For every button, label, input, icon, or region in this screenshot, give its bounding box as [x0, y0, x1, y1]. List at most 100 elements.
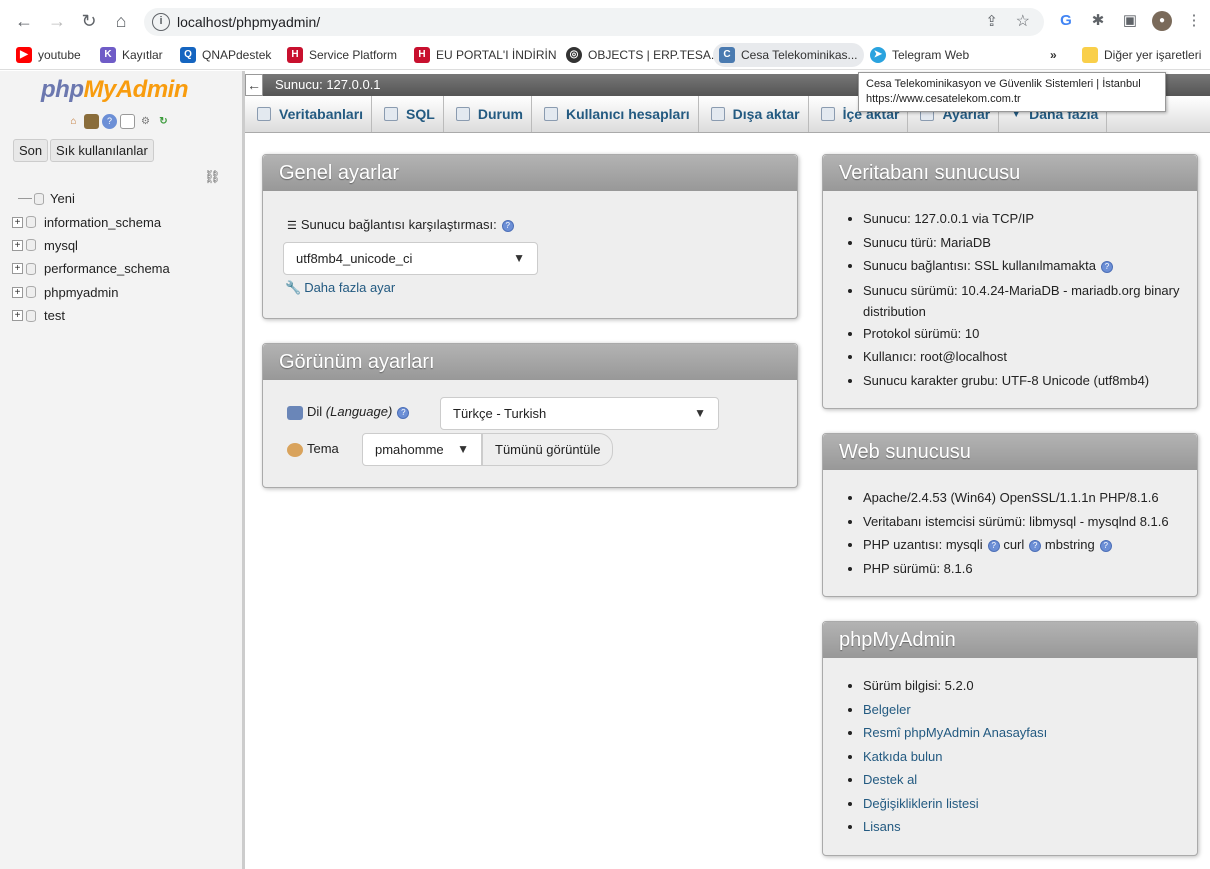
docs-link[interactable]: Belgeler	[863, 702, 911, 717]
collapse-sidebar-icon[interactable]: ←	[245, 74, 263, 96]
tab-recent[interactable]: Son	[13, 139, 49, 162]
list-item: Kullanıcı: root@localhost	[863, 345, 1197, 369]
tree-new[interactable]: Yeni	[12, 187, 170, 210]
share-icon[interactable]: ⇪	[985, 12, 998, 30]
logout-icon[interactable]	[84, 114, 99, 129]
chevron-down-icon: ▼	[513, 251, 525, 265]
tree-db-information-schema[interactable]: + information_schema	[12, 210, 170, 233]
gear-icon[interactable]: ⚙	[138, 114, 153, 129]
back-icon[interactable]: ←	[12, 9, 36, 33]
refresh-icon[interactable]: ↻	[156, 114, 171, 129]
menu-icon[interactable]: ⋮	[1184, 11, 1204, 31]
homepage-link[interactable]: Resmî phpMyAdmin Anasayfası	[863, 725, 1047, 740]
database-server-list: Sunucu: 127.0.0.1 via TCP/IP Sunucu türü…	[823, 207, 1197, 392]
bookmark-service-platform[interactable]: H Service Platform	[287, 45, 397, 65]
help-icon[interactable]: ?	[1029, 539, 1042, 552]
collation-select[interactable]: utf8mb4_unicode_ci ▼	[283, 242, 538, 275]
theme-label: Tema	[287, 441, 339, 457]
globe-icon: ◎	[566, 47, 582, 63]
list-item: Sunucu bağlantısı: SSL kullanılmamakta?	[863, 254, 1197, 278]
list-item: Veritabanı istemcisi sürümü: libmysql - …	[863, 510, 1197, 534]
quick-icons: ⌂ ? ⚙ ↻	[66, 114, 171, 129]
help-icon[interactable]: ?	[102, 114, 117, 129]
home-icon[interactable]: ⌂	[66, 114, 81, 129]
bookmark-telegram[interactable]: ➤ Telegram Web	[870, 45, 969, 65]
sql-icon	[384, 107, 399, 121]
more-settings-link[interactable]: 🔧 Daha fazla ayar	[285, 280, 395, 296]
sidepanel-icon[interactable]: ▣	[1120, 11, 1140, 31]
kayitlar-icon: K	[100, 47, 116, 63]
license-link[interactable]: Lisans	[863, 819, 901, 834]
navigation-sidebar: phpMyAdmin ⌂ ? ⚙ ↻ Son Sık kullanılanlar…	[0, 71, 245, 869]
bookmark-qnap[interactable]: Q QNAPdestek	[180, 45, 271, 65]
list-item: Apache/2.4.53 (Win64) OpenSSL/1.1.1n PHP…	[863, 486, 1197, 510]
phpmyadmin-logo[interactable]: phpMyAdmin	[41, 76, 188, 104]
list-item: Resmî phpMyAdmin Anasayfası	[863, 721, 1197, 745]
language-icon	[287, 405, 303, 420]
chevron-down-icon: ▼	[694, 406, 706, 420]
users-icon	[543, 107, 558, 121]
view-all-themes-button[interactable]: Tümünü görüntüle	[482, 433, 613, 466]
help-icon[interactable]: ?	[987, 539, 1000, 552]
phpmyadmin-info-panel: phpMyAdmin Sürüm bilgisi: 5.2.0 Belgeler…	[822, 621, 1198, 856]
star-icon[interactable]: ☆	[1016, 11, 1030, 31]
tree-db-phpmyadmin[interactable]: + phpmyadmin	[12, 281, 170, 304]
list-item: Sunucu türü: MariaDB	[863, 231, 1197, 255]
link-icon[interactable]: ⛓	[204, 169, 221, 185]
home-icon[interactable]: ⌂	[109, 9, 133, 33]
expand-icon[interactable]: +	[12, 263, 23, 275]
support-link[interactable]: Destek al	[863, 772, 917, 787]
language-label: Dil (Language)?	[287, 404, 410, 420]
expand-icon[interactable]: +	[12, 310, 23, 322]
expand-icon[interactable]: +	[12, 286, 23, 298]
other-bookmarks[interactable]: Diğer yer işaretleri	[1082, 45, 1201, 65]
tree-db-mysql[interactable]: + mysql	[12, 234, 170, 257]
bookmark-cesa[interactable]: C Cesa Telekominikas...	[713, 43, 864, 67]
language-select[interactable]: Türkçe - Turkish ▼	[440, 397, 719, 430]
status-icon	[455, 107, 470, 121]
wrench-icon: 🔧	[285, 280, 302, 295]
extensions-icon[interactable]: ✱	[1088, 11, 1108, 31]
tab-sql[interactable]: SQL	[372, 96, 444, 132]
list-item: Sürüm bilgisi: 5.2.0	[863, 674, 1197, 698]
forward-icon[interactable]: →	[45, 9, 69, 33]
collation-icon: ☰	[287, 220, 297, 232]
avatar[interactable]: ●	[1152, 11, 1172, 31]
reload-icon[interactable]: ↻	[77, 9, 101, 33]
appearance-settings-panel: Görünüm ayarları Dil (Language)? Türkçe …	[262, 343, 798, 488]
tree-db-test[interactable]: + test	[12, 304, 170, 327]
server-label[interactable]: Sunucu: 127.0.0.1	[275, 77, 381, 92]
help-icon[interactable]: ?	[501, 219, 514, 232]
url-text[interactable]: localhost/phpmyadmin/	[177, 14, 320, 30]
youtube-icon: ▶	[16, 47, 32, 63]
changelog-link[interactable]: Değişikliklerin listesi	[863, 796, 979, 811]
phpmyadmin-info-title: phpMyAdmin	[823, 622, 1197, 658]
help-icon[interactable]: ?	[1099, 539, 1112, 552]
eu-portal-icon: H	[414, 47, 430, 63]
tree-db-performance-schema[interactable]: + performance_schema	[12, 257, 170, 280]
tab-databases[interactable]: Veritabanları	[245, 96, 373, 132]
theme-select[interactable]: pmahomme ▼	[362, 433, 482, 466]
service-platform-icon: H	[287, 47, 303, 63]
translate-icon[interactable]: G	[1056, 11, 1076, 31]
site-info-icon[interactable]: i	[152, 13, 170, 31]
expand-icon[interactable]: +	[12, 216, 23, 228]
bookmark-objects[interactable]: ◎ OBJECTS | ERP.TESA...	[566, 45, 721, 65]
docs-icon[interactable]	[120, 114, 135, 129]
tab-status[interactable]: Durum	[444, 96, 532, 132]
list-item: Sunucu karakter grubu: UTF-8 Unicode (ut…	[863, 369, 1197, 393]
tab-export[interactable]: Dışa aktar	[699, 96, 809, 132]
bookmark-kayitlar[interactable]: K Kayıtlar	[100, 45, 163, 65]
help-icon[interactable]: ?	[397, 406, 410, 419]
address-bar[interactable]: i localhost/phpmyadmin/ ⇪ ☆	[144, 8, 1044, 36]
list-item: Değişikliklerin listesi	[863, 792, 1197, 816]
expand-icon[interactable]: +	[12, 239, 23, 251]
help-icon[interactable]: ?	[1100, 260, 1113, 273]
database-icon	[26, 309, 36, 322]
bookmark-eu-portal[interactable]: H EU PORTAL'I İNDİRİN	[414, 45, 557, 65]
tab-favorites[interactable]: Sık kullanılanlar	[50, 139, 154, 162]
bookmarks-more[interactable]: »	[1050, 45, 1057, 65]
tab-user-accounts[interactable]: Kullanıcı hesapları	[532, 96, 699, 132]
contribute-link[interactable]: Katkıda bulun	[863, 749, 943, 764]
bookmark-youtube[interactable]: ▶ youtube	[16, 45, 81, 65]
